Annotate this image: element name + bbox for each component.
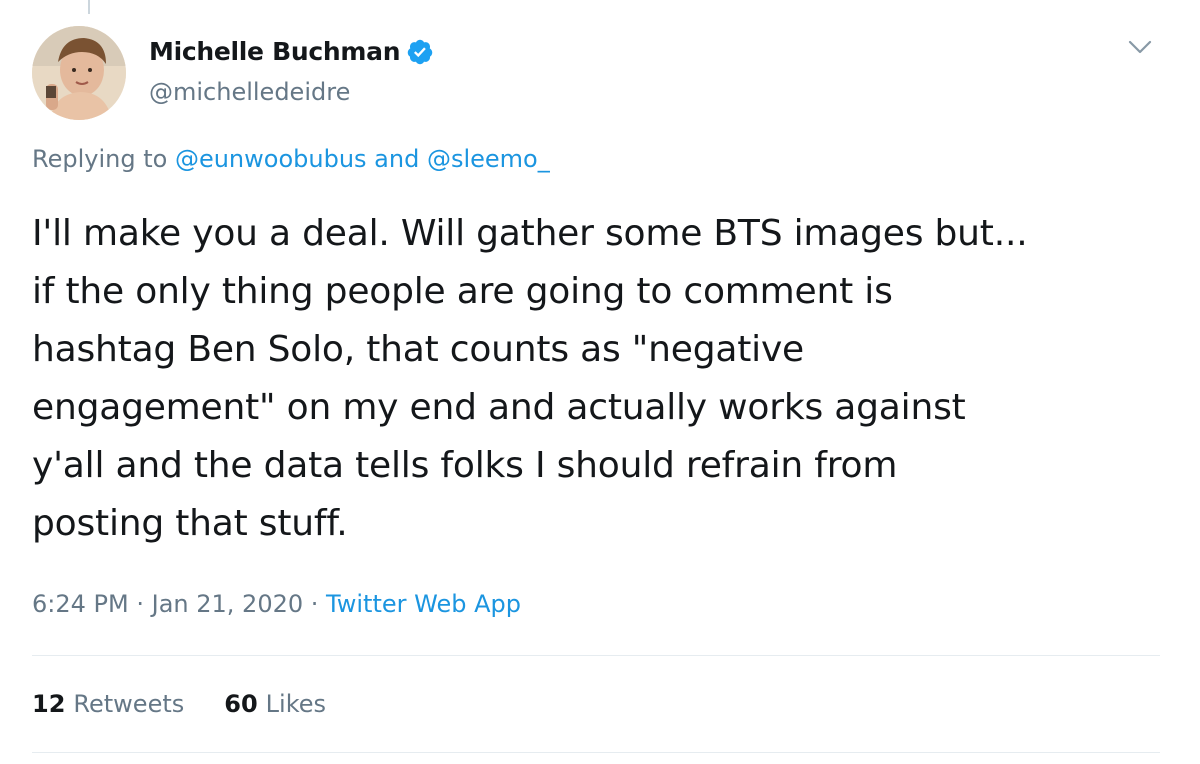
mention-link-eunwoobubus[interactable]: @eunwoobubus bbox=[175, 145, 367, 173]
tweet-text-line: posting that stuff. bbox=[32, 503, 348, 544]
likes-stat[interactable]: 60 Likes bbox=[224, 690, 326, 718]
chevron-down-icon[interactable] bbox=[1124, 34, 1156, 62]
retweets-stat[interactable]: 12 Retweets bbox=[32, 690, 184, 718]
tweet-text-line: y'all and the data tells folks I should … bbox=[32, 445, 898, 486]
replying-to-label: Replying to bbox=[32, 145, 168, 173]
replying-to-line: Replying to @eunwoobubus and @sleemo_ bbox=[32, 145, 550, 173]
retweets-label[interactable]: Retweets bbox=[73, 690, 184, 718]
tweet-text-line: engagement" on my end and actually works… bbox=[32, 387, 966, 428]
likes-label[interactable]: Likes bbox=[266, 690, 326, 718]
meta-separator: · bbox=[136, 590, 144, 618]
avatar[interactable] bbox=[32, 26, 126, 120]
tweet-meta: 6:24 PM · Jan 21, 2020 · Twitter Web App bbox=[32, 590, 521, 618]
avatar-image bbox=[32, 26, 126, 120]
author-display-name[interactable]: Michelle Buchman bbox=[149, 37, 401, 66]
tweet-text: I'll make you a deal. Will gather some B… bbox=[32, 205, 1172, 553]
retweets-count[interactable]: 12 bbox=[32, 690, 65, 718]
likes-count[interactable]: 60 bbox=[224, 690, 257, 718]
tweet-time[interactable]: 6:24 PM bbox=[32, 590, 129, 618]
replying-joiner[interactable]: and bbox=[374, 145, 419, 173]
meta-separator: · bbox=[310, 590, 319, 618]
tweet-text-line: I'll make you a deal. Will gather some B… bbox=[32, 213, 1028, 254]
author-handle[interactable]: @michelledeidre bbox=[149, 78, 350, 106]
tweet-date[interactable]: Jan 21, 2020 bbox=[152, 590, 304, 618]
verified-badge-icon bbox=[406, 38, 434, 66]
tweet-source-link[interactable]: Twitter Web App bbox=[326, 590, 521, 618]
engagement-stats: 12 Retweets 60 Likes bbox=[32, 690, 326, 718]
divider bbox=[32, 752, 1160, 753]
mention-link-sleemo[interactable]: @sleemo_ bbox=[427, 145, 550, 173]
divider bbox=[32, 655, 1160, 656]
tweet-timestamp[interactable]: 6:24 PM · Jan 21, 2020 bbox=[32, 590, 303, 618]
author-name-row: Michelle Buchman bbox=[149, 37, 434, 66]
tweet-text-line: hashtag Ben Solo, that counts as "negati… bbox=[32, 329, 804, 370]
thread-connector-line bbox=[88, 0, 90, 14]
tweet-text-line: if the only thing people are going to co… bbox=[32, 271, 893, 312]
